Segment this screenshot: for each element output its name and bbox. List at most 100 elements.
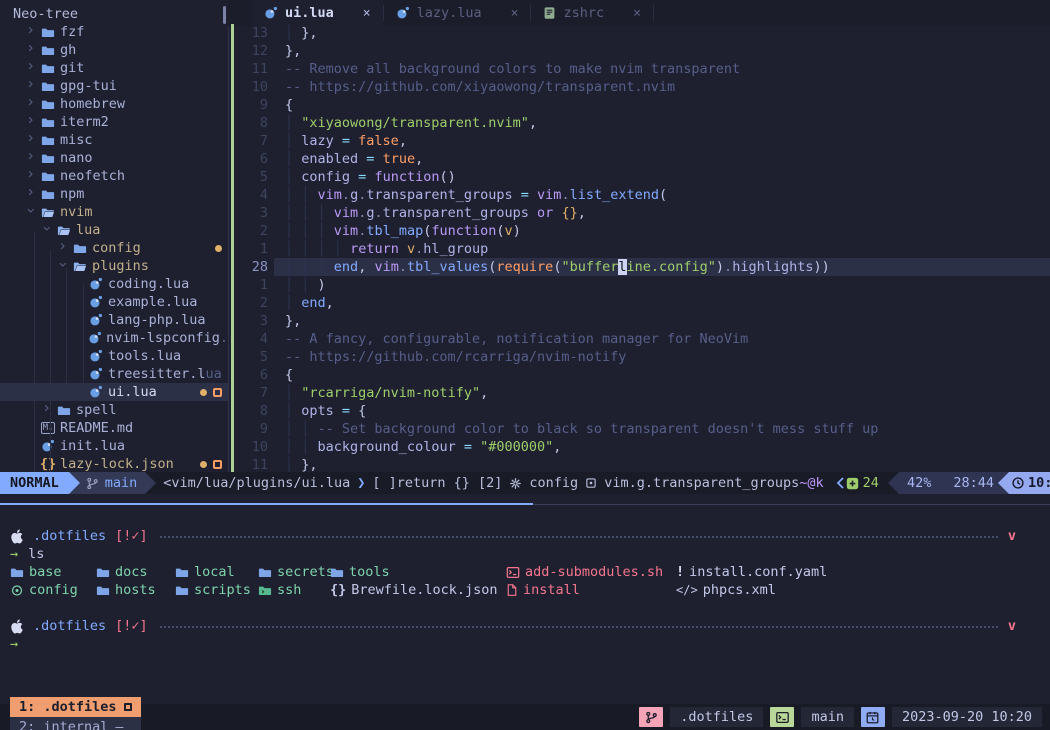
powerline-separator: [888, 472, 899, 494]
code-line[interactable]: 5-- https://github.com/rcarriga/nvim-not…: [229, 348, 1050, 366]
code-line[interactable]: 5│ config = function(): [229, 168, 1050, 186]
tree-item-nvim[interactable]: nvim: [0, 203, 228, 221]
tab-zshrc[interactable]: zshrc×: [531, 0, 652, 26]
chevron-right-icon[interactable]: [40, 405, 56, 415]
ls-entry-label: install: [523, 582, 580, 598]
code-line[interactable]: 10│ │ background_colour = "#000000",: [229, 438, 1050, 456]
chevron-right-icon[interactable]: [24, 117, 40, 127]
code-editor[interactable]: 13│ },12},11-- Remove all background col…: [229, 24, 1050, 474]
code-line[interactable]: 1│ │ ): [229, 276, 1050, 294]
chevron-right-icon[interactable]: [24, 153, 40, 163]
code-line[interactable]: 7│ "rcarriga/nvim-notify",: [229, 384, 1050, 402]
tree-item-gpg-tui[interactable]: gpg-tui: [0, 77, 228, 95]
lua-icon: [88, 367, 104, 381]
chevron-right-icon[interactable]: [24, 135, 40, 145]
chevron-down-icon[interactable]: [24, 207, 40, 217]
code-line[interactable]: 6│ enabled = true,: [229, 150, 1050, 168]
tab-label: lazy.lua: [417, 5, 482, 21]
tab-ui.lua[interactable]: ui.lua ×: [252, 0, 383, 26]
tree-item-label: init.lua: [60, 438, 125, 454]
prompt-fill-end: v: [1008, 618, 1016, 634]
ls-entry-base: base: [10, 563, 62, 581]
ls-entry-docs: docs: [96, 563, 148, 581]
pane-border-active: [0, 503, 533, 505]
tab-lazy.lua[interactable]: lazy.lua ×: [384, 0, 531, 26]
line-number: 5: [229, 348, 268, 366]
close-icon[interactable]: ×: [633, 6, 641, 21]
code-line[interactable]: 3│ │ │ vim.g.transparent_groups or {},: [229, 204, 1050, 222]
tmux-window-label: 2: internal: [19, 719, 108, 730]
tree-item-git[interactable]: git: [0, 59, 228, 77]
code-line[interactable]: 8│ opts = {: [229, 402, 1050, 420]
command-line[interactable]: →ls: [10, 545, 1016, 563]
chevron-right-icon[interactable]: [24, 189, 40, 199]
chevron-right-icon[interactable]: [24, 45, 40, 55]
position-segment: 42% 28:44: [899, 472, 998, 494]
ls-entry-label: phpcs.xml: [703, 582, 776, 598]
tree-item-label: README.md: [60, 420, 133, 436]
ls-entry-scripts: scripts: [175, 581, 251, 599]
code-line[interactable]: 2│ │ │ vim.tbl_map(function(v): [229, 222, 1050, 240]
command-line-empty[interactable]: →: [10, 635, 1016, 653]
git-branch-icon: [86, 477, 99, 490]
code-line[interactable]: 4│ │ vim.g.transparent_groups = vim.list…: [229, 186, 1050, 204]
tree-item-label: nvim: [60, 204, 93, 220]
code-line[interactable]: 28│ │ │ end, vim.tbl_values(require("buf…: [229, 258, 1050, 276]
tmux-window-.dotfiles[interactable]: 1: .dotfiles: [10, 697, 141, 717]
code-line[interactable]: 7│ lazy = false,: [229, 132, 1050, 150]
code-line[interactable]: 9{: [229, 96, 1050, 114]
folder-icon: [10, 566, 24, 579]
chevron-down-icon[interactable]: [40, 225, 56, 235]
line-number: 2: [229, 222, 268, 240]
folder-open-icon: [40, 206, 56, 219]
clock-icon: [1011, 476, 1025, 490]
folder-icon: [330, 566, 344, 579]
code-line[interactable]: 1│ │ │ │ return v.hl_group: [229, 240, 1050, 258]
folder-icon: [40, 98, 56, 111]
ls-entry-install.conf.yaml: !install.conf.yaml: [676, 563, 827, 581]
code-line[interactable]: 11-- Remove all background colors to mak…: [229, 60, 1050, 78]
tab-label: ui.lua: [285, 5, 334, 21]
neotree-scrollbar[interactable]: [223, 6, 226, 24]
tree-item-homebrew[interactable]: homebrew: [0, 95, 228, 113]
code-line[interactable]: 2│ end,: [229, 294, 1050, 312]
tree-item-npm[interactable]: npm: [0, 185, 228, 203]
code-line[interactable]: 3},: [229, 312, 1050, 330]
tree-item-misc[interactable]: misc: [0, 131, 228, 149]
tree-item-label: iterm2: [60, 114, 109, 130]
code-line[interactable]: 4-- A fancy, configurable, notification …: [229, 330, 1050, 348]
chevron-right-icon[interactable]: [24, 99, 40, 109]
prompt-git-status: [!✓]: [115, 618, 148, 634]
code-line[interactable]: 6{: [229, 366, 1050, 384]
tmux-window-internal[interactable]: 2: internal–: [10, 717, 141, 730]
tree-item-label: homebrew: [60, 96, 125, 112]
code-line[interactable]: 12},: [229, 42, 1050, 60]
chevron-right-icon[interactable]: [24, 63, 40, 73]
line-number: 8: [229, 402, 268, 420]
file-path: <vim/lua/plugins/ui.lua: [163, 475, 350, 491]
tree-item-gh[interactable]: gh: [0, 41, 228, 59]
chevron-right-icon[interactable]: [24, 171, 40, 181]
chevron-right-icon[interactable]: [24, 27, 40, 37]
apple-icon: [10, 619, 24, 634]
code-line[interactable]: 9│ │ -- Set background color to black so…: [229, 420, 1050, 438]
git-unstaged-icon: [213, 388, 222, 397]
tree-item-fzf[interactable]: fzf: [0, 23, 228, 41]
close-icon[interactable]: ×: [511, 6, 519, 21]
tree-item-nano[interactable]: nano: [0, 149, 228, 167]
tree-item-iterm2[interactable]: iterm2: [0, 113, 228, 131]
chevron-down-icon[interactable]: [56, 261, 72, 271]
code-line[interactable]: 8│ "xiyaowong/transparent.nvim",: [229, 114, 1050, 132]
close-icon[interactable]: ×: [363, 6, 371, 21]
code-line[interactable]: 13│ },: [229, 24, 1050, 42]
line-number: 11: [229, 60, 268, 78]
folder-icon: [96, 584, 110, 597]
chevron-right-icon[interactable]: [24, 81, 40, 91]
chevron-right-icon[interactable]: [56, 243, 72, 253]
line-number: 7: [229, 384, 268, 402]
tree-item-neofetch[interactable]: neofetch: [0, 167, 228, 185]
ls-entry-label: local: [194, 564, 235, 580]
code-line[interactable]: 10-- https://github.com/xiyaowong/transp…: [229, 78, 1050, 96]
winbar-context: <vim/lua/plugins/ui.lua ❯ [ ]return {} […: [163, 475, 799, 491]
ls-entry-label: Brewfile.lock.json: [351, 582, 497, 598]
